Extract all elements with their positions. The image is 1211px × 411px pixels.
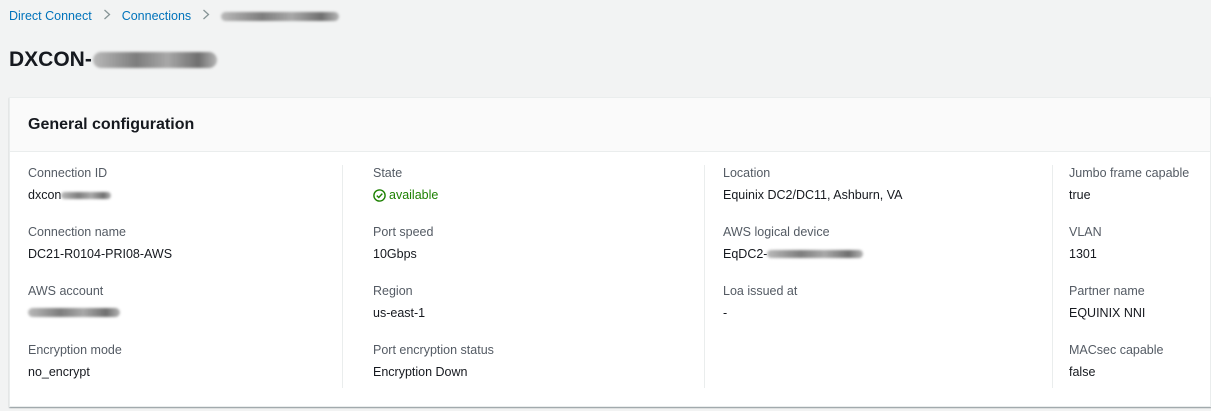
field-state: State available bbox=[373, 165, 438, 203]
field-value: no_encrypt bbox=[28, 365, 90, 379]
field-value: dxcon bbox=[28, 187, 112, 203]
field-aws-account: AWS account bbox=[28, 283, 120, 317]
field-value: us-east-1 bbox=[373, 306, 426, 320]
chevron-right-icon bbox=[202, 7, 210, 25]
state-value: available bbox=[389, 188, 439, 202]
aws-logical-device-redacted bbox=[767, 250, 864, 258]
column-1: Connection ID dxcon Connection name DC21… bbox=[28, 165, 343, 388]
field-connection-id: Connection ID dxcon bbox=[28, 165, 112, 203]
chevron-right-icon bbox=[103, 7, 111, 25]
aws-account-redacted bbox=[28, 308, 120, 317]
field-label: Partner name bbox=[1069, 284, 1145, 298]
page-title: DXCON- bbox=[9, 46, 217, 74]
field-label: Location bbox=[723, 166, 771, 180]
column-4: Jumbo frame capable true VLAN 1301 Partn… bbox=[1069, 165, 1209, 388]
panel-title: General configuration bbox=[28, 115, 195, 133]
breadcrumb-current-redacted bbox=[221, 11, 340, 21]
connection-id-value: dxcon bbox=[28, 188, 62, 202]
field-port-encryption-status: Port encryption status Encryption Down bbox=[373, 342, 494, 380]
breadcrumb-direct-connect[interactable]: Direct Connect bbox=[9, 7, 92, 25]
field-aws-logical-device: AWS logical device EqDC2- bbox=[723, 224, 864, 262]
field-value: DC21-R0104-PRI08-AWS bbox=[28, 247, 173, 261]
field-label: State bbox=[373, 166, 403, 180]
breadcrumb: Direct Connect Connections bbox=[9, 7, 340, 25]
field-macsec-capable: MACsec capable false bbox=[1069, 342, 1164, 380]
field-location: Location Equinix DC2/DC11, Ashburn, VA bbox=[723, 165, 903, 203]
panel-header: General configuration bbox=[10, 98, 1210, 152]
aws-logical-device-value: EqDC2- bbox=[723, 247, 768, 261]
field-loa-issued-at: Loa issued at - bbox=[723, 283, 797, 321]
field-value: Equinix DC2/DC11, Ashburn, VA bbox=[723, 188, 903, 202]
field-value: Encryption Down bbox=[373, 365, 468, 379]
field-label: AWS logical device bbox=[723, 225, 830, 239]
panel-body: Connection ID dxcon Connection name DC21… bbox=[10, 152, 1210, 406]
column-3: Location Equinix DC2/DC11, Ashburn, VA A… bbox=[723, 165, 1053, 388]
field-value: true bbox=[1069, 188, 1091, 202]
field-value: EqDC2- bbox=[723, 246, 864, 262]
field-jumbo-frame-capable: Jumbo frame capable true bbox=[1069, 165, 1189, 203]
field-label: Encryption mode bbox=[28, 343, 122, 357]
field-partner-name: Partner name EQUINIX NNI bbox=[1069, 283, 1145, 321]
page-title-redacted bbox=[92, 52, 217, 68]
field-label: AWS account bbox=[28, 284, 104, 298]
field-value: 10Gbps bbox=[373, 247, 417, 261]
status-positive-icon bbox=[373, 188, 386, 202]
field-value: 1301 bbox=[1069, 247, 1097, 261]
general-configuration-panel: General configuration Connection ID dxco… bbox=[9, 97, 1211, 407]
field-label: Port encryption status bbox=[373, 343, 494, 357]
field-label: Jumbo frame capable bbox=[1069, 166, 1190, 180]
field-label: Connection name bbox=[28, 225, 126, 239]
breadcrumb-connections[interactable]: Connections bbox=[122, 7, 192, 25]
field-label: Port speed bbox=[373, 225, 434, 239]
field-value: EQUINIX NNI bbox=[1069, 306, 1146, 320]
page-title-prefix: DXCON- bbox=[9, 48, 92, 71]
field-value: available bbox=[373, 187, 438, 203]
field-label: Loa issued at bbox=[723, 284, 798, 298]
field-label: Region bbox=[373, 284, 413, 298]
field-connection-name: Connection name DC21-R0104-PRI08-AWS bbox=[28, 224, 172, 262]
field-label: VLAN bbox=[1069, 225, 1102, 239]
field-label: MACsec capable bbox=[1069, 343, 1164, 357]
field-value: false bbox=[1069, 365, 1096, 379]
column-2: State available Port speed 10Gbps Region bbox=[373, 165, 705, 388]
field-region: Region us-east-1 bbox=[373, 283, 425, 321]
field-port-speed: Port speed 10Gbps bbox=[373, 224, 433, 262]
connection-id-redacted bbox=[61, 191, 112, 199]
field-value: - bbox=[723, 306, 728, 320]
field-vlan: VLAN 1301 bbox=[1069, 224, 1102, 262]
field-encryption-mode: Encryption mode no_encrypt bbox=[28, 342, 122, 380]
field-value bbox=[28, 305, 120, 317]
field-label: Connection ID bbox=[28, 166, 108, 180]
